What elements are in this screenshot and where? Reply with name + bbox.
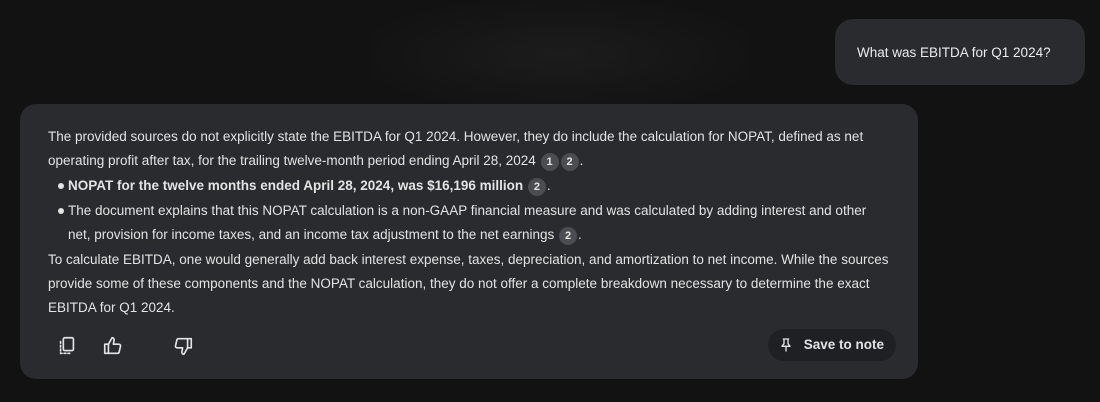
save-to-note-button[interactable]: Save to note (767, 329, 896, 361)
answer-bullet-text: NOPAT for the twelve months ended April … (68, 178, 524, 193)
save-to-note-label: Save to note (803, 337, 884, 352)
answer-bullet-list: NOPAT for the twelve months ended April … (48, 174, 890, 247)
answer-intro-text: The provided sources do not explicitly s… (48, 129, 864, 168)
citation-chip[interactable]: 2 (560, 153, 579, 171)
copy-button[interactable] (50, 329, 84, 363)
citation-chip[interactable]: 1 (540, 153, 559, 171)
answer-bullet: NOPAT for the twelve months ended April … (48, 174, 890, 198)
user-message-text: What was EBITDA for Q1 2024? (857, 44, 1051, 60)
pin-icon (781, 338, 791, 352)
response-actions: Save to note (50, 329, 896, 365)
background-glow (370, 0, 750, 110)
thumbs-down-button[interactable] (166, 329, 200, 363)
answer-conclusion: To calculate EBITDA, one would generally… (48, 252, 889, 315)
sentence-end: . (578, 227, 582, 242)
thumbs-down-icon (174, 337, 193, 356)
citation-chip[interactable]: 2 (559, 227, 578, 245)
thumbs-up-button[interactable] (96, 329, 130, 363)
user-message-bubble: What was EBITDA for Q1 2024? (835, 19, 1085, 85)
sentence-end: . (546, 178, 551, 193)
answer-bullet: The document explains that this NOPAT ca… (48, 199, 890, 247)
sentence-end: . (579, 153, 584, 168)
thumbs-up-icon (103, 336, 122, 355)
answer-intro: The provided sources do not explicitly s… (48, 125, 890, 173)
answer-card: The provided sources do not explicitly s… (20, 104, 918, 379)
copy-icon (59, 336, 75, 355)
citation-chip[interactable]: 2 (527, 178, 546, 196)
answer-bullet-text: The document explains that this NOPAT ca… (68, 203, 867, 242)
